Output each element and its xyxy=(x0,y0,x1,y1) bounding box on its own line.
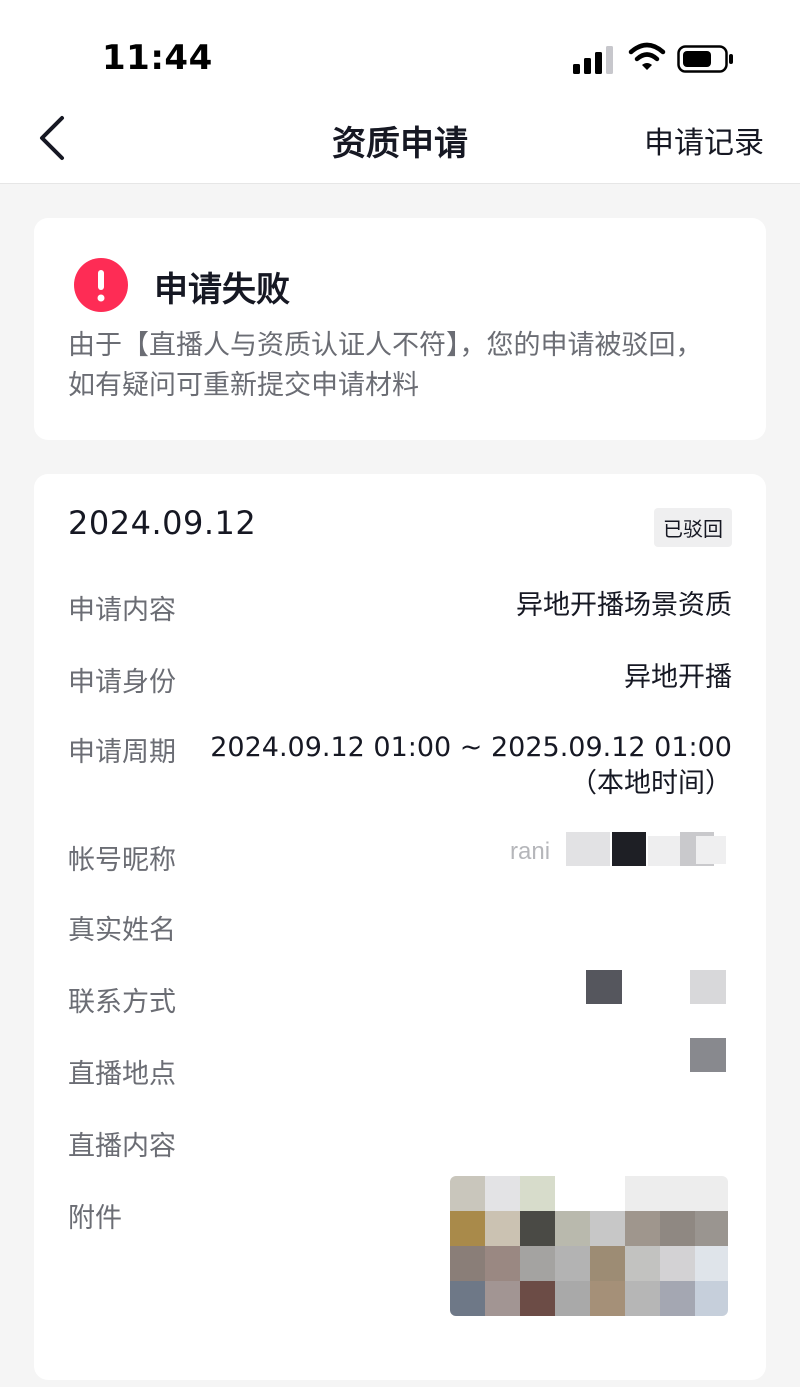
result-description: 由于【直播人与资质认证人不符】，您的申请被驳回，如有疑问可重新提交申请材料 xyxy=(68,330,703,401)
row-label-contact: 联系方式 xyxy=(68,987,176,1018)
row-value-period-note: （本地时间） xyxy=(570,768,732,799)
status-bar: 11:44 xyxy=(0,0,800,100)
result-title: 申请失败 xyxy=(154,270,290,310)
row-value-period: 2024.09.12 01:00 ~ 2025.09.12 01:00 xyxy=(210,732,732,763)
status-time: 11:44 xyxy=(102,38,213,78)
row-label-period: 申请周期 xyxy=(68,737,176,768)
application-date: 2024.09.12 xyxy=(68,504,257,542)
row-label-live-content: 直播内容 xyxy=(68,1131,176,1162)
error-exclamation-icon xyxy=(74,258,128,312)
row-label-attachment: 附件 xyxy=(68,1203,122,1234)
redacted-contact xyxy=(586,970,726,1004)
result-card: 申请失败 由于【直播人与资质认证人不符】，您的申请被驳回，如有疑问可重新提交申请… xyxy=(34,218,766,440)
signal-icon xyxy=(573,46,613,74)
wifi-icon xyxy=(628,42,666,70)
row-label-real-name: 真实姓名 xyxy=(68,915,176,946)
redacted-nickname: rani xyxy=(510,832,730,868)
row-value-content: 异地开播场景资质 xyxy=(516,590,732,621)
row-value-identity: 异地开播 xyxy=(624,662,732,693)
application-record-link[interactable]: 申请记录 xyxy=(644,118,764,162)
row-label-identity: 申请身份 xyxy=(68,667,176,698)
row-label-location: 直播地点 xyxy=(68,1059,176,1090)
attachment-thumbnail[interactable] xyxy=(450,1176,728,1316)
row-label-content: 申请内容 xyxy=(68,595,176,626)
application-detail-card: 2024.09.12 已驳回 申请内容 异地开播场景资质 申请身份 异地开播 申… xyxy=(34,474,766,1380)
nav-bar: 资质申请 申请记录 xyxy=(0,100,800,184)
battery-icon xyxy=(677,45,733,73)
status-badge: 已驳回 xyxy=(654,508,732,547)
row-label-nickname: 帐号昵称 xyxy=(68,845,176,876)
redacted-location xyxy=(690,1038,726,1072)
